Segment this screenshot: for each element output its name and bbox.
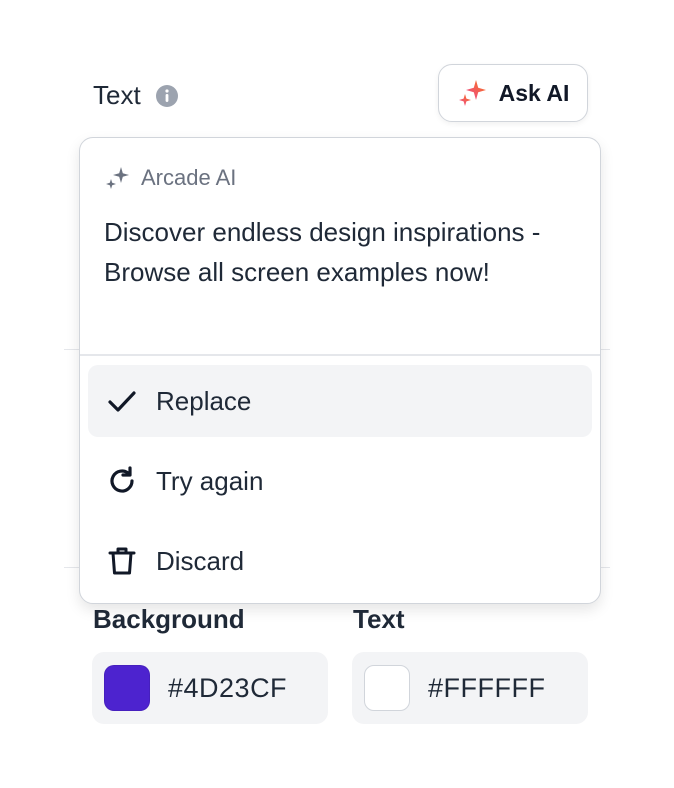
- text-field-label: Text: [93, 80, 141, 110]
- popup-title: Arcade AI: [141, 165, 237, 190]
- sparkle-icon: [457, 77, 489, 109]
- background-color-field[interactable]: #4D23CF: [92, 652, 328, 724]
- try-again-button[interactable]: Try again: [88, 445, 592, 517]
- ai-suggestion-popup: Arcade AI Discover endless design inspir…: [79, 137, 601, 604]
- ai-suggestion-text: Discover endless design inspirations - B…: [104, 217, 541, 287]
- popup-header: Arcade AI: [104, 164, 236, 192]
- popup-divider: [80, 354, 600, 356]
- ask-ai-label: Ask AI: [498, 79, 570, 106]
- replace-button[interactable]: Replace: [88, 365, 592, 437]
- text-field-header: Text: [93, 80, 179, 111]
- discard-button[interactable]: Discard: [88, 525, 592, 597]
- text-color-label: Text: [353, 604, 405, 634]
- text-color-swatch[interactable]: [364, 665, 410, 711]
- replace-label: Replace: [156, 385, 252, 416]
- refresh-icon: [106, 465, 138, 497]
- text-color-field[interactable]: #FFFFFF: [352, 652, 588, 724]
- background-color-swatch[interactable]: [104, 665, 150, 711]
- discard-label: Discard: [156, 545, 245, 576]
- background-hex-value[interactable]: #4D23CF: [168, 673, 287, 704]
- text-hex-value[interactable]: #FFFFFF: [428, 673, 545, 704]
- ai-sparkle-icon: [104, 164, 132, 192]
- info-icon[interactable]: [155, 84, 179, 108]
- ask-ai-button[interactable]: Ask AI: [438, 64, 588, 122]
- check-icon: [106, 385, 138, 417]
- trash-icon: [106, 545, 138, 577]
- background-color-label: Background: [93, 604, 245, 634]
- try-again-label: Try again: [156, 465, 264, 496]
